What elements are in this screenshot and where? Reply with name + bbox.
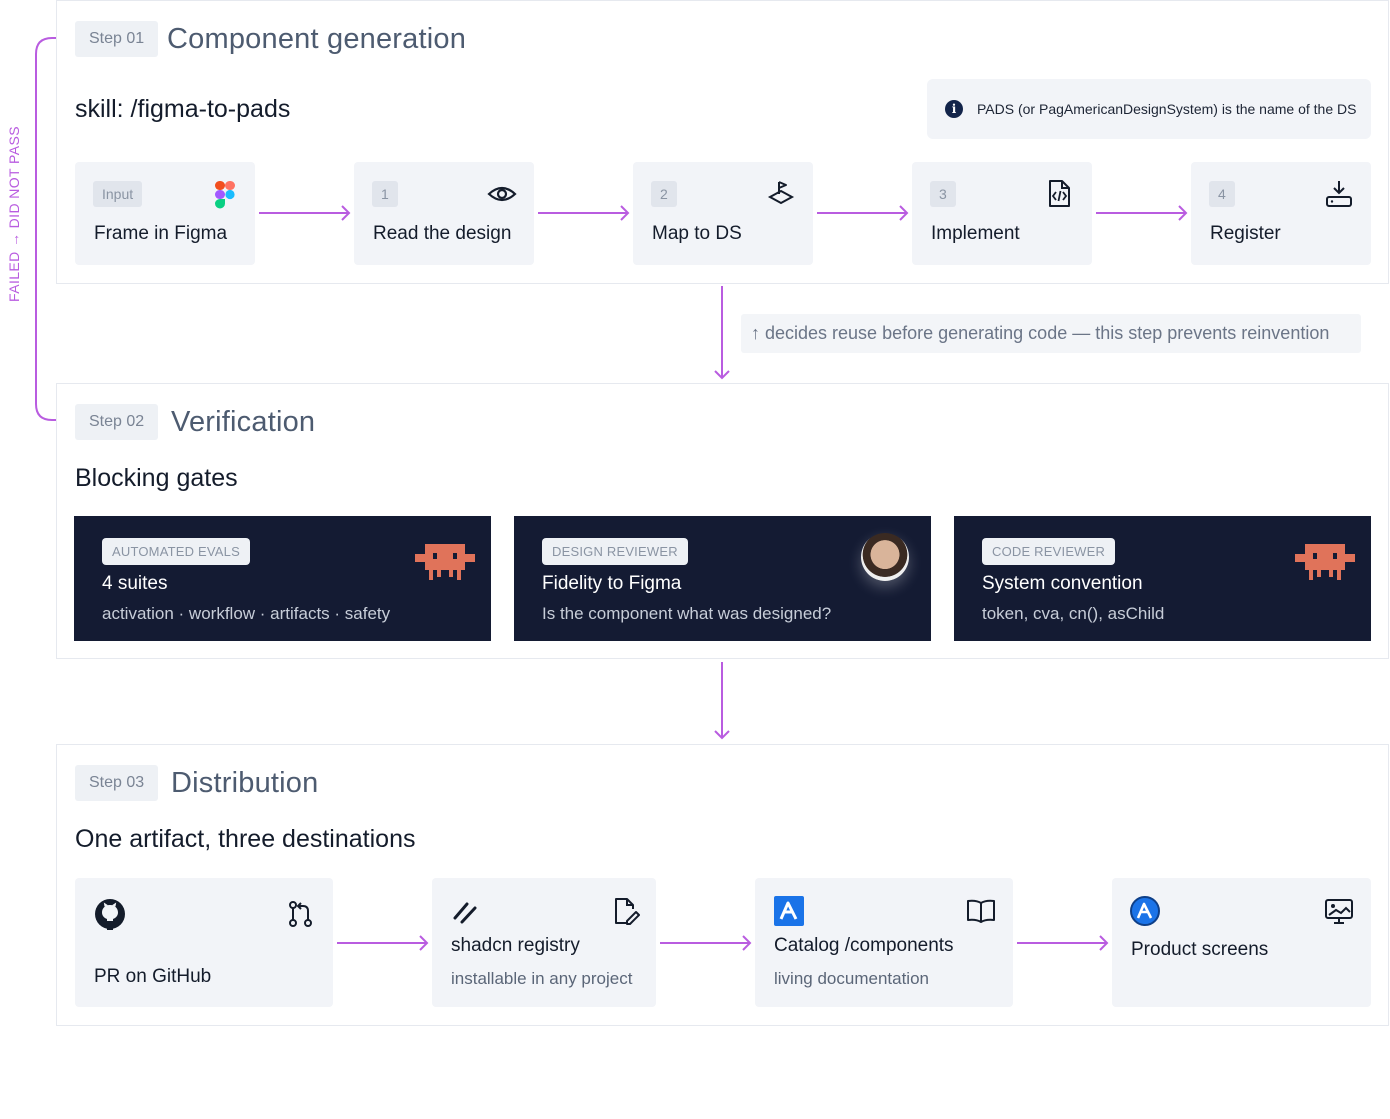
step-03-section: Step 03 Distribution One artifact, three… — [56, 744, 1389, 1026]
gate-subtitle: Is the component what was designed? — [542, 604, 832, 623]
flow-arrow — [337, 935, 429, 951]
map-pin-layers-icon — [767, 181, 795, 205]
flow-arrow — [1017, 935, 1109, 951]
dest-label: Catalog /components — [774, 935, 954, 956]
card-label: Register — [1210, 223, 1281, 244]
card-label: Frame in Figma — [94, 223, 228, 244]
flow-card-implement[interactable]: 3 Implement — [912, 162, 1092, 265]
gate-code-reviewer[interactable]: CODE REVIEWER System convention token, c… — [954, 516, 1371, 641]
flow-card-register[interactable]: 4 Register — [1191, 162, 1371, 265]
flow-card-read[interactable]: 1 Read the design — [354, 162, 534, 265]
avatar — [861, 533, 909, 581]
gate-automated-evals[interactable]: AUTOMATED EVALS 4 suites activation · wo… — [74, 516, 491, 641]
gate-title: System convention — [982, 573, 1143, 594]
gate-badge: CODE REVIEWER — [982, 538, 1116, 565]
screen-image-icon — [1325, 899, 1353, 924]
skill-name: skill: /figma-to-pads — [75, 95, 291, 123]
card-badge: 3 — [930, 181, 956, 207]
gate-title: Fidelity to Figma — [542, 573, 682, 594]
dest-label: shadcn registry — [451, 935, 580, 956]
card-label: Read the design — [373, 223, 512, 244]
flow-card-input[interactable]: Input Frame in Figma — [75, 162, 255, 265]
step-connector-arrow — [714, 286, 730, 380]
dest-card-github[interactable]: PR on GitHub — [75, 878, 333, 1007]
step-title: Distribution — [171, 767, 319, 799]
github-icon — [95, 899, 125, 930]
flow-arrow — [660, 935, 752, 951]
dest-card-catalog[interactable]: Catalog /components living documentation — [755, 878, 1013, 1007]
flow-arrow — [1096, 205, 1188, 221]
app-logo-round-icon — [1130, 896, 1160, 926]
dest-sub: installable in any project — [451, 969, 633, 988]
card-badge: 1 — [372, 181, 398, 207]
reuse-note: ↑ decides reuse before generating code —… — [741, 314, 1361, 353]
step-tag: Step 01 — [75, 21, 159, 57]
info-text: PADS (or PagAmericanDesignSystem) is the… — [977, 101, 1357, 117]
shadcn-icon — [453, 902, 477, 924]
step-tag: Step 03 — [75, 765, 159, 801]
card-badge: Input — [93, 181, 143, 207]
dest-card-shadcn[interactable]: shadcn registry installable in any proje… — [432, 878, 656, 1007]
card-badge: 4 — [1209, 181, 1235, 207]
app-logo-icon — [774, 896, 804, 926]
info-icon: i — [945, 100, 963, 118]
flow-arrow — [538, 205, 630, 221]
step-01-section: Step 01 Component generation skill: /fig… — [56, 0, 1389, 284]
download-tray-icon — [1326, 181, 1352, 207]
gate-badge: DESIGN REVIEWER — [542, 538, 688, 565]
book-icon — [967, 899, 995, 923]
dest-label: Product screens — [1131, 939, 1269, 960]
gate-title: 4 suites — [102, 573, 168, 594]
gate-design-reviewer[interactable]: DESIGN REVIEWER Fidelity to Figma Is the… — [514, 516, 931, 641]
robot-icon — [1295, 544, 1355, 580]
gate-subtitle: token, cva, cn(), asChild — [982, 604, 1165, 623]
step-title: Component generation — [167, 23, 467, 55]
flow-arrow — [817, 205, 909, 221]
card-label: Implement — [931, 223, 1020, 244]
eye-icon — [487, 186, 517, 202]
info-callout: i PADS (or PagAmericanDesignSystem) is t… — [927, 79, 1371, 139]
step-tag: Step 02 — [75, 404, 159, 440]
robot-icon — [415, 544, 475, 580]
flow-card-map[interactable]: 2 Map to DS — [633, 162, 813, 265]
edit-file-icon — [615, 898, 640, 925]
card-label: Map to DS — [652, 223, 742, 244]
gate-subtitle: activation · workflow · artifacts · safe… — [102, 604, 391, 623]
step-connector-arrow — [714, 662, 730, 740]
section-subhead: One artifact, three destinations — [75, 825, 416, 853]
dest-card-product[interactable]: Product screens — [1112, 878, 1371, 1007]
figma-icon — [215, 181, 235, 209]
section-subhead: Blocking gates — [75, 464, 238, 492]
dest-label: PR on GitHub — [94, 966, 212, 987]
code-file-icon — [1049, 180, 1070, 207]
flow-arrow — [259, 205, 351, 221]
gate-badge: AUTOMATED EVALS — [102, 538, 250, 565]
pull-request-icon — [289, 901, 312, 927]
card-badge: 2 — [651, 181, 677, 207]
failed-loop-label: FAILED → DID NOT PASS — [6, 126, 22, 302]
step-title: Verification — [171, 406, 316, 438]
dest-sub: living documentation — [774, 969, 929, 988]
